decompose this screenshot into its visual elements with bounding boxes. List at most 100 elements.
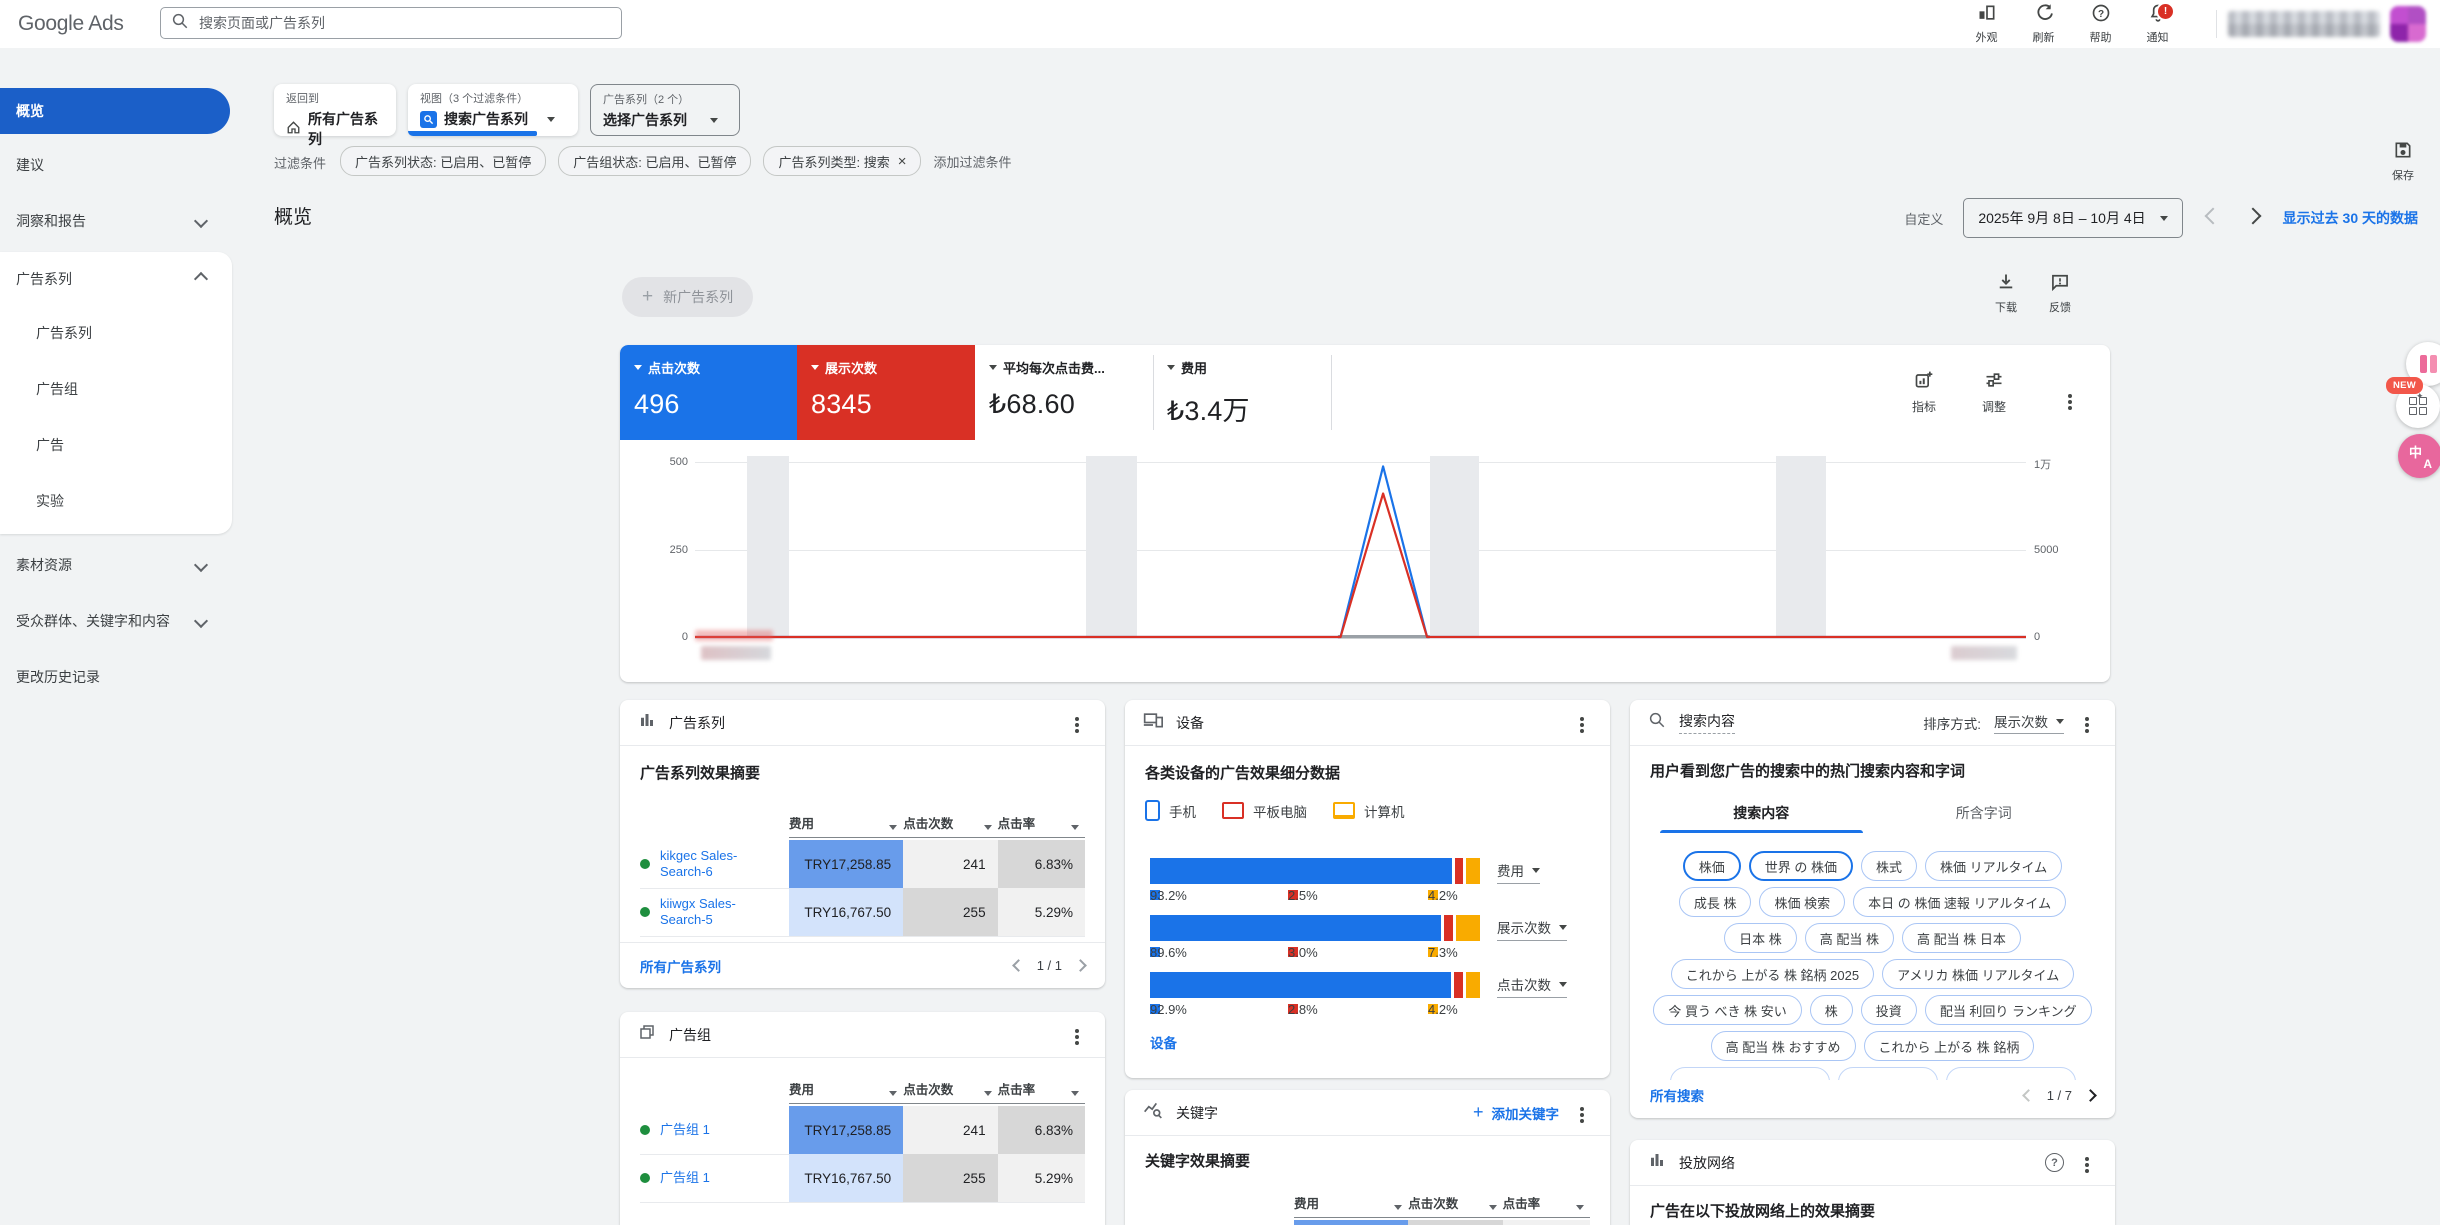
appearance-button[interactable]: 外观 bbox=[1958, 3, 2015, 45]
campaign-link[interactable]: kiiwgx Sales-Search-5 bbox=[660, 896, 781, 929]
search-icon bbox=[1648, 711, 1666, 734]
performance-chart[interactable] bbox=[695, 462, 2026, 638]
sidebar-item-campaigns-group[interactable]: 广告系列 bbox=[0, 262, 232, 296]
search-term-chip[interactable]: 今 買う べき 株 安い bbox=[1653, 995, 1801, 1025]
page-next-icon[interactable] bbox=[1074, 959, 1087, 972]
search-term-chip[interactable]: 株価 リアルタイム bbox=[1925, 851, 2062, 881]
search-term-chip[interactable]: 成長 株 bbox=[1679, 887, 1752, 917]
adjust-button[interactable]: 调整 bbox=[1982, 370, 2006, 415]
card-menu-button[interactable] bbox=[1067, 1018, 1087, 1052]
sort-header-ctr[interactable]: 点击率 bbox=[998, 808, 1085, 838]
metrics-settings-button[interactable]: 指标 bbox=[1912, 370, 1936, 415]
refresh-button[interactable]: 刷新 bbox=[2015, 3, 2072, 45]
devices-link[interactable]: 设备 bbox=[1150, 1032, 1177, 1052]
sort-header-cost[interactable]: 费用 bbox=[789, 808, 903, 838]
card-menu-button[interactable] bbox=[1572, 706, 1592, 740]
card-menu-button[interactable] bbox=[2077, 1146, 2097, 1180]
card-menu-button[interactable] bbox=[1572, 1096, 1592, 1130]
campaign-link[interactable]: kikgec Sales-Search-6 bbox=[660, 848, 781, 881]
overview-menu-button[interactable] bbox=[2060, 383, 2080, 417]
plus-icon: + bbox=[1473, 1102, 1484, 1123]
sort-header-ctr[interactable]: 点击率 bbox=[998, 1074, 1085, 1104]
filter-chip-campaign-type[interactable]: 广告系列类型: 搜索 × bbox=[763, 146, 921, 176]
search-term-chip[interactable]: 株 bbox=[1810, 995, 1853, 1025]
sidebar-item-ads[interactable]: 广告 bbox=[0, 428, 232, 462]
back-to-all-campaigns-card[interactable]: 返回到 所有广告系列 bbox=[274, 84, 396, 136]
tab-search-terms[interactable]: 搜索内容 bbox=[1650, 795, 1873, 833]
sidebar-item-suggestions[interactable]: 建议 bbox=[0, 148, 232, 182]
next-period-button[interactable] bbox=[2243, 205, 2263, 231]
adgroup-link[interactable]: 广告组 1 bbox=[660, 1170, 710, 1186]
device-metric-dropdown[interactable]: 点击次数 bbox=[1497, 974, 1567, 998]
page-prev-icon[interactable] bbox=[1012, 959, 1025, 972]
show-last-30-days-link[interactable]: 显示过去 30 天的数据 bbox=[2283, 208, 2418, 228]
device-metric-dropdown[interactable]: 展示次数 bbox=[1497, 917, 1567, 941]
global-search[interactable] bbox=[160, 7, 622, 39]
new-campaign-button[interactable]: + 新广告系列 bbox=[622, 277, 753, 317]
search-term-chip[interactable]: 高 配当 株 日本 bbox=[1902, 923, 2021, 953]
avatar[interactable] bbox=[2390, 6, 2426, 42]
sort-header-ctr[interactable]: 点击率 bbox=[1503, 1188, 1590, 1218]
card-menu-button[interactable] bbox=[2077, 706, 2097, 740]
help-button[interactable]: ? 帮助 bbox=[2072, 3, 2129, 45]
search-term-chip[interactable]: これから 上がる 株 銘柄 bbox=[1864, 1031, 2035, 1061]
sidebar-item-assets[interactable]: 素材资源 bbox=[0, 548, 232, 582]
search-term-chip[interactable]: アメリカ 株価 リアルタイム bbox=[1882, 959, 2074, 989]
search-term-chip[interactable]: これから 上がる 株 銘柄 2025 bbox=[1671, 959, 1874, 989]
page-prev-icon[interactable] bbox=[2022, 1089, 2035, 1102]
search-term-chip[interactable]: 高 配当 株 bbox=[1805, 923, 1894, 953]
sidebar-item-experiments[interactable]: 实验 bbox=[0, 484, 232, 518]
search-input[interactable] bbox=[197, 14, 611, 32]
sort-header-cost[interactable]: 费用 bbox=[1294, 1188, 1408, 1218]
table-row: kikgec Sales-Search-6 TRY17,258.85 241 6… bbox=[640, 840, 1085, 889]
search-term-chip[interactable]: 高 配当 株 おすすめ bbox=[1711, 1031, 1856, 1061]
save-button[interactable]: 保存 bbox=[2392, 140, 2414, 183]
feedback-button[interactable]: 反馈 bbox=[2049, 272, 2071, 315]
search-term-chip[interactable]: 日本 株 bbox=[1724, 923, 1797, 953]
search-term-chip[interactable]: 配当 利回り ランキング bbox=[1925, 995, 2092, 1025]
sort-header-clicks[interactable]: 点击次数 bbox=[1408, 1188, 1502, 1218]
sort-header-cost[interactable]: 费用 bbox=[789, 1074, 903, 1104]
page-next-icon[interactable] bbox=[2084, 1089, 2097, 1102]
add-filter-button[interactable]: 添加过滤条件 bbox=[933, 152, 1011, 171]
metric-card-impressions[interactable]: 展示次数 8345 bbox=[797, 345, 975, 440]
search-term-chip[interactable]: 株価 検索 bbox=[1759, 887, 1845, 917]
legend-computer: 计算机 bbox=[1333, 801, 1405, 821]
sort-header-clicks[interactable]: 点击次数 bbox=[903, 808, 997, 838]
search-term-chip[interactable]: 投資 bbox=[1861, 995, 1917, 1025]
metric-card-avg-cpc[interactable]: 平均每次点击费... ₺68.60 bbox=[975, 345, 1153, 440]
date-range-picker[interactable]: 2025年 9月 8日 – 10月 4日 bbox=[1963, 198, 2182, 238]
remove-filter-icon[interactable]: × bbox=[898, 153, 907, 170]
add-keywords-button[interactable]: + 添加关键字 bbox=[1473, 1102, 1559, 1123]
sort-header-clicks[interactable]: 点击次数 bbox=[903, 1074, 997, 1104]
view-selector-card[interactable]: 视图（3 个过滤条件） 搜索广告系列 bbox=[408, 84, 578, 136]
sidebar-item-insights[interactable]: 洞察和报告 bbox=[0, 204, 232, 238]
sidebar-item-campaigns[interactable]: 广告系列 bbox=[0, 316, 232, 350]
filter-chip-adgroup-status[interactable]: 广告组状态: 已启用、已暂停 bbox=[558, 146, 751, 176]
search-term-chip[interactable]: 株価 bbox=[1683, 851, 1741, 881]
tab-included-words[interactable]: 所含字词 bbox=[1873, 795, 2096, 833]
search-term-chip[interactable]: 株式 bbox=[1861, 851, 1917, 881]
adgroup-link[interactable]: 广告组 1 bbox=[660, 1122, 710, 1138]
notifications-button[interactable]: ! 通知 bbox=[2129, 3, 2186, 45]
sidebar-item-adgroups[interactable]: 广告组 bbox=[0, 372, 232, 406]
all-searches-link[interactable]: 所有搜索 bbox=[1650, 1085, 1704, 1105]
translate-extension-button[interactable]: 中 A bbox=[2398, 434, 2440, 478]
device-metric-dropdown[interactable]: 费用 bbox=[1497, 860, 1540, 884]
card-menu-button[interactable] bbox=[1067, 706, 1087, 740]
all-campaigns-link[interactable]: 所有广告系列 bbox=[640, 956, 721, 976]
metric-card-clicks[interactable]: 点击次数 496 bbox=[620, 345, 797, 440]
previous-period-button[interactable] bbox=[2203, 205, 2223, 231]
metric-card-cost[interactable]: 费用 ₺3.4万 bbox=[1153, 345, 1331, 440]
card-subtitle: 各类设备的广告效果细分数据 bbox=[1145, 762, 1340, 783]
sidebar-item-change-history[interactable]: 更改历史记录 bbox=[0, 660, 232, 694]
sidebar-item-overview[interactable]: 概览 bbox=[0, 88, 230, 134]
campaign-selector-card[interactable]: 广告系列（2 个） 选择广告系列 bbox=[590, 84, 740, 136]
search-term-chip[interactable]: 世界 の 株価 bbox=[1749, 851, 1853, 881]
sort-by-dropdown[interactable]: 展示次数 bbox=[1994, 711, 2064, 734]
filter-chip-campaign-status[interactable]: 广告系列状态: 已启用、已暂停 bbox=[340, 146, 546, 176]
sidebar-item-audiences[interactable]: 受众群体、关键字和内容 bbox=[0, 604, 232, 638]
search-term-chip[interactable]: 本日 の 株価 速報 リアルタイム bbox=[1853, 887, 2066, 917]
download-button[interactable]: 下载 bbox=[1995, 272, 2017, 315]
help-circle-icon[interactable]: ? bbox=[2045, 1153, 2064, 1172]
